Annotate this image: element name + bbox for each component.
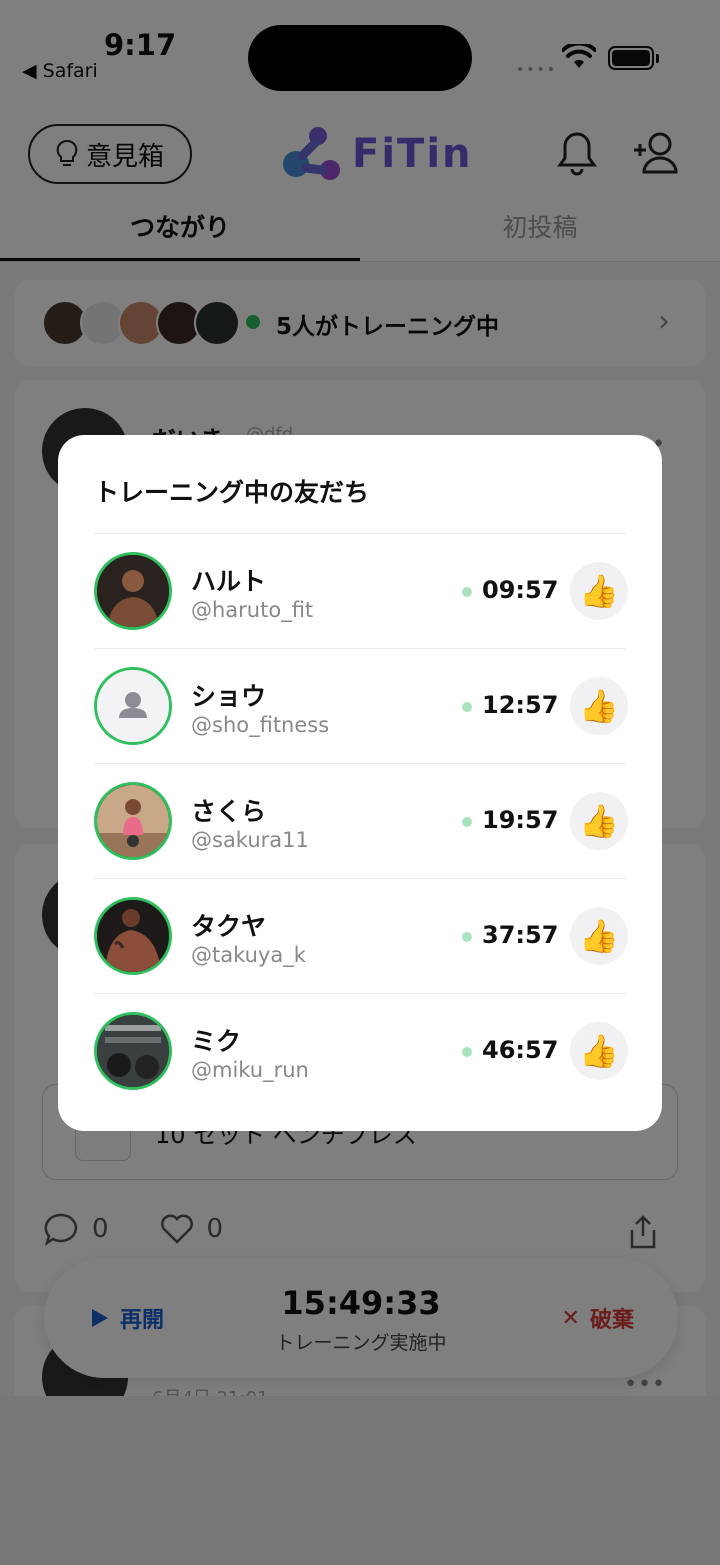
thumbs-up-icon: 👍: [579, 917, 619, 955]
friend-name: さくら: [191, 797, 267, 826]
training-elapsed: 19:57: [482, 806, 559, 834]
training-elapsed: 46:57: [482, 1036, 559, 1064]
training-elapsed: 09:57: [482, 576, 559, 604]
online-dot: [462, 817, 472, 827]
online-dot: [462, 1047, 472, 1057]
friend-name: タクヤ: [191, 912, 267, 941]
thumbs-up-icon: 👍: [579, 1032, 619, 1070]
online-dot: [462, 702, 472, 712]
thumbs-up-button[interactable]: 👍: [570, 562, 628, 620]
list-item[interactable]: ハルト @haruto_fit 09:57 👍: [94, 533, 628, 648]
online-dot: [462, 932, 472, 942]
online-dot: [462, 587, 472, 597]
training-friends-modal: トレーニング中の友だち ハルト @haruto_fit 09:57 👍 ショウ …: [58, 435, 662, 1131]
friend-handle: @haruto_fit: [191, 598, 314, 622]
avatar: [94, 1012, 172, 1090]
thumbs-up-button[interactable]: 👍: [570, 677, 628, 735]
friend-handle: @sakura11: [191, 828, 309, 852]
friend-handle: @miku_run: [191, 1058, 309, 1082]
thumbs-up-icon: 👍: [579, 572, 619, 610]
training-elapsed: 37:57: [482, 921, 559, 949]
list-item[interactable]: タクヤ @takuya_k 37:57 👍: [94, 878, 628, 993]
friend-name: ミク: [191, 1027, 242, 1056]
thumbs-up-icon: 👍: [579, 802, 619, 840]
thumbs-up-button[interactable]: 👍: [570, 907, 628, 965]
list-item[interactable]: さくら @sakura11 19:57 👍: [94, 763, 628, 878]
avatar: [94, 782, 172, 860]
avatar: [94, 667, 172, 745]
thumbs-up-button[interactable]: 👍: [570, 1022, 628, 1080]
list-item[interactable]: ショウ @sho_fitness 12:57 👍: [94, 648, 628, 763]
avatar: [94, 552, 172, 630]
thumbs-up-icon: 👍: [579, 687, 619, 725]
friend-list: ハルト @haruto_fit 09:57 👍 ショウ @sho_fitness…: [94, 533, 628, 1108]
friend-handle: @sho_fitness: [191, 713, 330, 737]
friend-name: ショウ: [191, 682, 267, 711]
avatar: [94, 897, 172, 975]
training-elapsed: 12:57: [482, 691, 559, 719]
list-item[interactable]: ミク @miku_run 46:57 👍: [94, 993, 628, 1108]
thumbs-up-button[interactable]: 👍: [570, 792, 628, 850]
friend-name: ハルト: [191, 567, 267, 596]
modal-title: トレーニング中の友だち: [94, 478, 370, 507]
friend-handle: @takuya_k: [191, 943, 306, 967]
